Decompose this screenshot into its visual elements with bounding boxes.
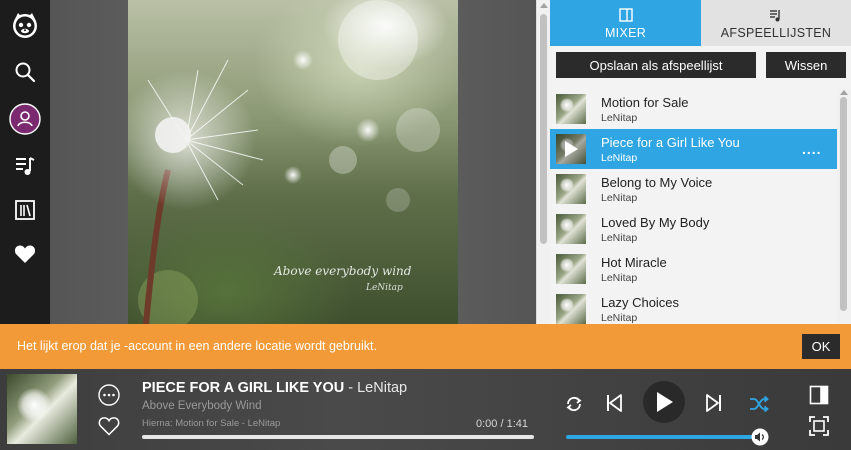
heart-icon[interactable] [0, 232, 50, 276]
track-artist: LeNitap [601, 232, 638, 244]
now-playing-title: PIECE FOR A GIRL LIKE YOU - LeNitap [142, 380, 407, 396]
track-title: Belong to My Voice [601, 175, 713, 190]
track-thumbnail [556, 174, 586, 204]
track-title: Hot Miracle [601, 255, 667, 270]
track-artist: LeNitap [601, 112, 638, 124]
next-icon[interactable] [703, 392, 725, 414]
main-scrollbar[interactable] [536, 0, 550, 324]
sidebar [0, 0, 50, 324]
banner-message: Het lijkt erop dat je -account in een an… [17, 339, 377, 353]
user-icon[interactable] [0, 97, 50, 141]
fullscreen-icon[interactable] [807, 415, 831, 437]
progress-bar[interactable] [142, 435, 534, 439]
playlist-icon[interactable] [0, 144, 50, 188]
track-title: Piece for a Girl Like You [601, 135, 740, 150]
song-artist[interactable]: - LeNitap [344, 380, 407, 396]
track-thumbnail [556, 254, 586, 284]
album-name[interactable]: Above Everybody Wind [142, 400, 262, 412]
playlist-icon [769, 7, 783, 23]
shuffle-icon[interactable] [748, 393, 770, 415]
save-as-playlist-button[interactable]: Opslaan als afspeellijst [556, 52, 756, 78]
track-title: Motion for Sale [601, 95, 689, 110]
repeat-icon[interactable] [563, 393, 585, 415]
play-icon[interactable] [556, 134, 586, 164]
next-up-text: Hierna: Motion for Sale - LeNitap [142, 418, 281, 429]
heart-icon[interactable] [97, 415, 121, 437]
scroll-up-arrow-icon[interactable] [840, 90, 848, 95]
more-options-icon[interactable]: .... [802, 141, 822, 157]
player-bar: PIECE FOR A GIRL LIKE YOU - LeNitap Abov… [0, 369, 851, 450]
track-thumbnail [556, 94, 586, 124]
tab-playlists-label: AFSPEELLIJSTEN [720, 25, 832, 40]
track-artist: LeNitap [601, 152, 638, 164]
queue-panel-icon[interactable] [807, 384, 831, 406]
album-artwork: Above everybody wind LeNitap [128, 0, 458, 324]
search-icon[interactable] [0, 50, 50, 94]
notification-banner: Het lijkt erop dat je -account in een an… [0, 324, 851, 369]
previous-icon[interactable] [603, 392, 625, 414]
now-playing-artwork[interactable] [7, 374, 77, 444]
scroll-up-arrow-icon[interactable] [540, 3, 548, 8]
artwork-signature: LeNitap [366, 283, 403, 293]
track-title: Loved By My Body [601, 215, 710, 230]
tab-playlists[interactable]: AFSPEELLIJSTEN [701, 0, 851, 46]
song-title[interactable]: PIECE FOR A GIRL LIKE YOU [142, 380, 344, 396]
library-icon[interactable] [0, 188, 50, 232]
time-readout: 0:00 / 1:41 [476, 418, 528, 430]
tab-mixer-label: MIXER [604, 25, 647, 40]
list-item[interactable]: Hot Miracle LeNitap [550, 249, 837, 289]
queue-scrollbar[interactable] [837, 89, 851, 324]
track-title: Lazy Choices [601, 295, 680, 310]
main-scrollbar-thumb[interactable] [540, 14, 547, 244]
volume-icon[interactable] [751, 428, 769, 446]
artwork-caption: Above everybody wind [274, 264, 412, 278]
track-artist: LeNitap [601, 192, 638, 204]
track-artist: LeNitap [601, 272, 638, 284]
track-list: Motion for Sale LeNitap Piece for a Girl… [550, 89, 837, 324]
more-options-icon[interactable] [97, 383, 121, 407]
list-item-playing[interactable]: Piece for a Girl Like You LeNitap .... [550, 129, 837, 169]
queue-actions: Opslaan als afspeellijst Wissen [556, 52, 846, 78]
list-item[interactable]: Lazy Choices LeNitap [550, 289, 837, 324]
panel-tabs: MIXER AFSPEELLIJSTEN [550, 0, 851, 46]
track-thumbnail [556, 214, 586, 244]
list-item[interactable]: Belong to My Voice LeNitap [550, 169, 837, 209]
track-thumbnail [556, 294, 586, 324]
play-icon[interactable] [652, 390, 676, 414]
artwork-area: Above everybody wind LeNitap [50, 0, 536, 324]
clear-queue-button[interactable]: Wissen [766, 52, 846, 78]
banner-ok-button[interactable]: OK [802, 334, 840, 359]
queue-panel: MIXER AFSPEELLIJSTEN Opslaan als afspeel… [550, 0, 851, 324]
mixer-icon [618, 7, 633, 23]
queue-scrollbar-thumb[interactable] [840, 97, 847, 311]
napster-logo-icon[interactable] [0, 3, 50, 47]
track-artist: LeNitap [601, 312, 638, 324]
volume-slider[interactable] [566, 435, 758, 439]
list-item[interactable]: Motion for Sale LeNitap [550, 89, 837, 129]
list-item[interactable]: Loved By My Body LeNitap [550, 209, 837, 249]
tab-mixer[interactable]: MIXER [550, 0, 701, 46]
